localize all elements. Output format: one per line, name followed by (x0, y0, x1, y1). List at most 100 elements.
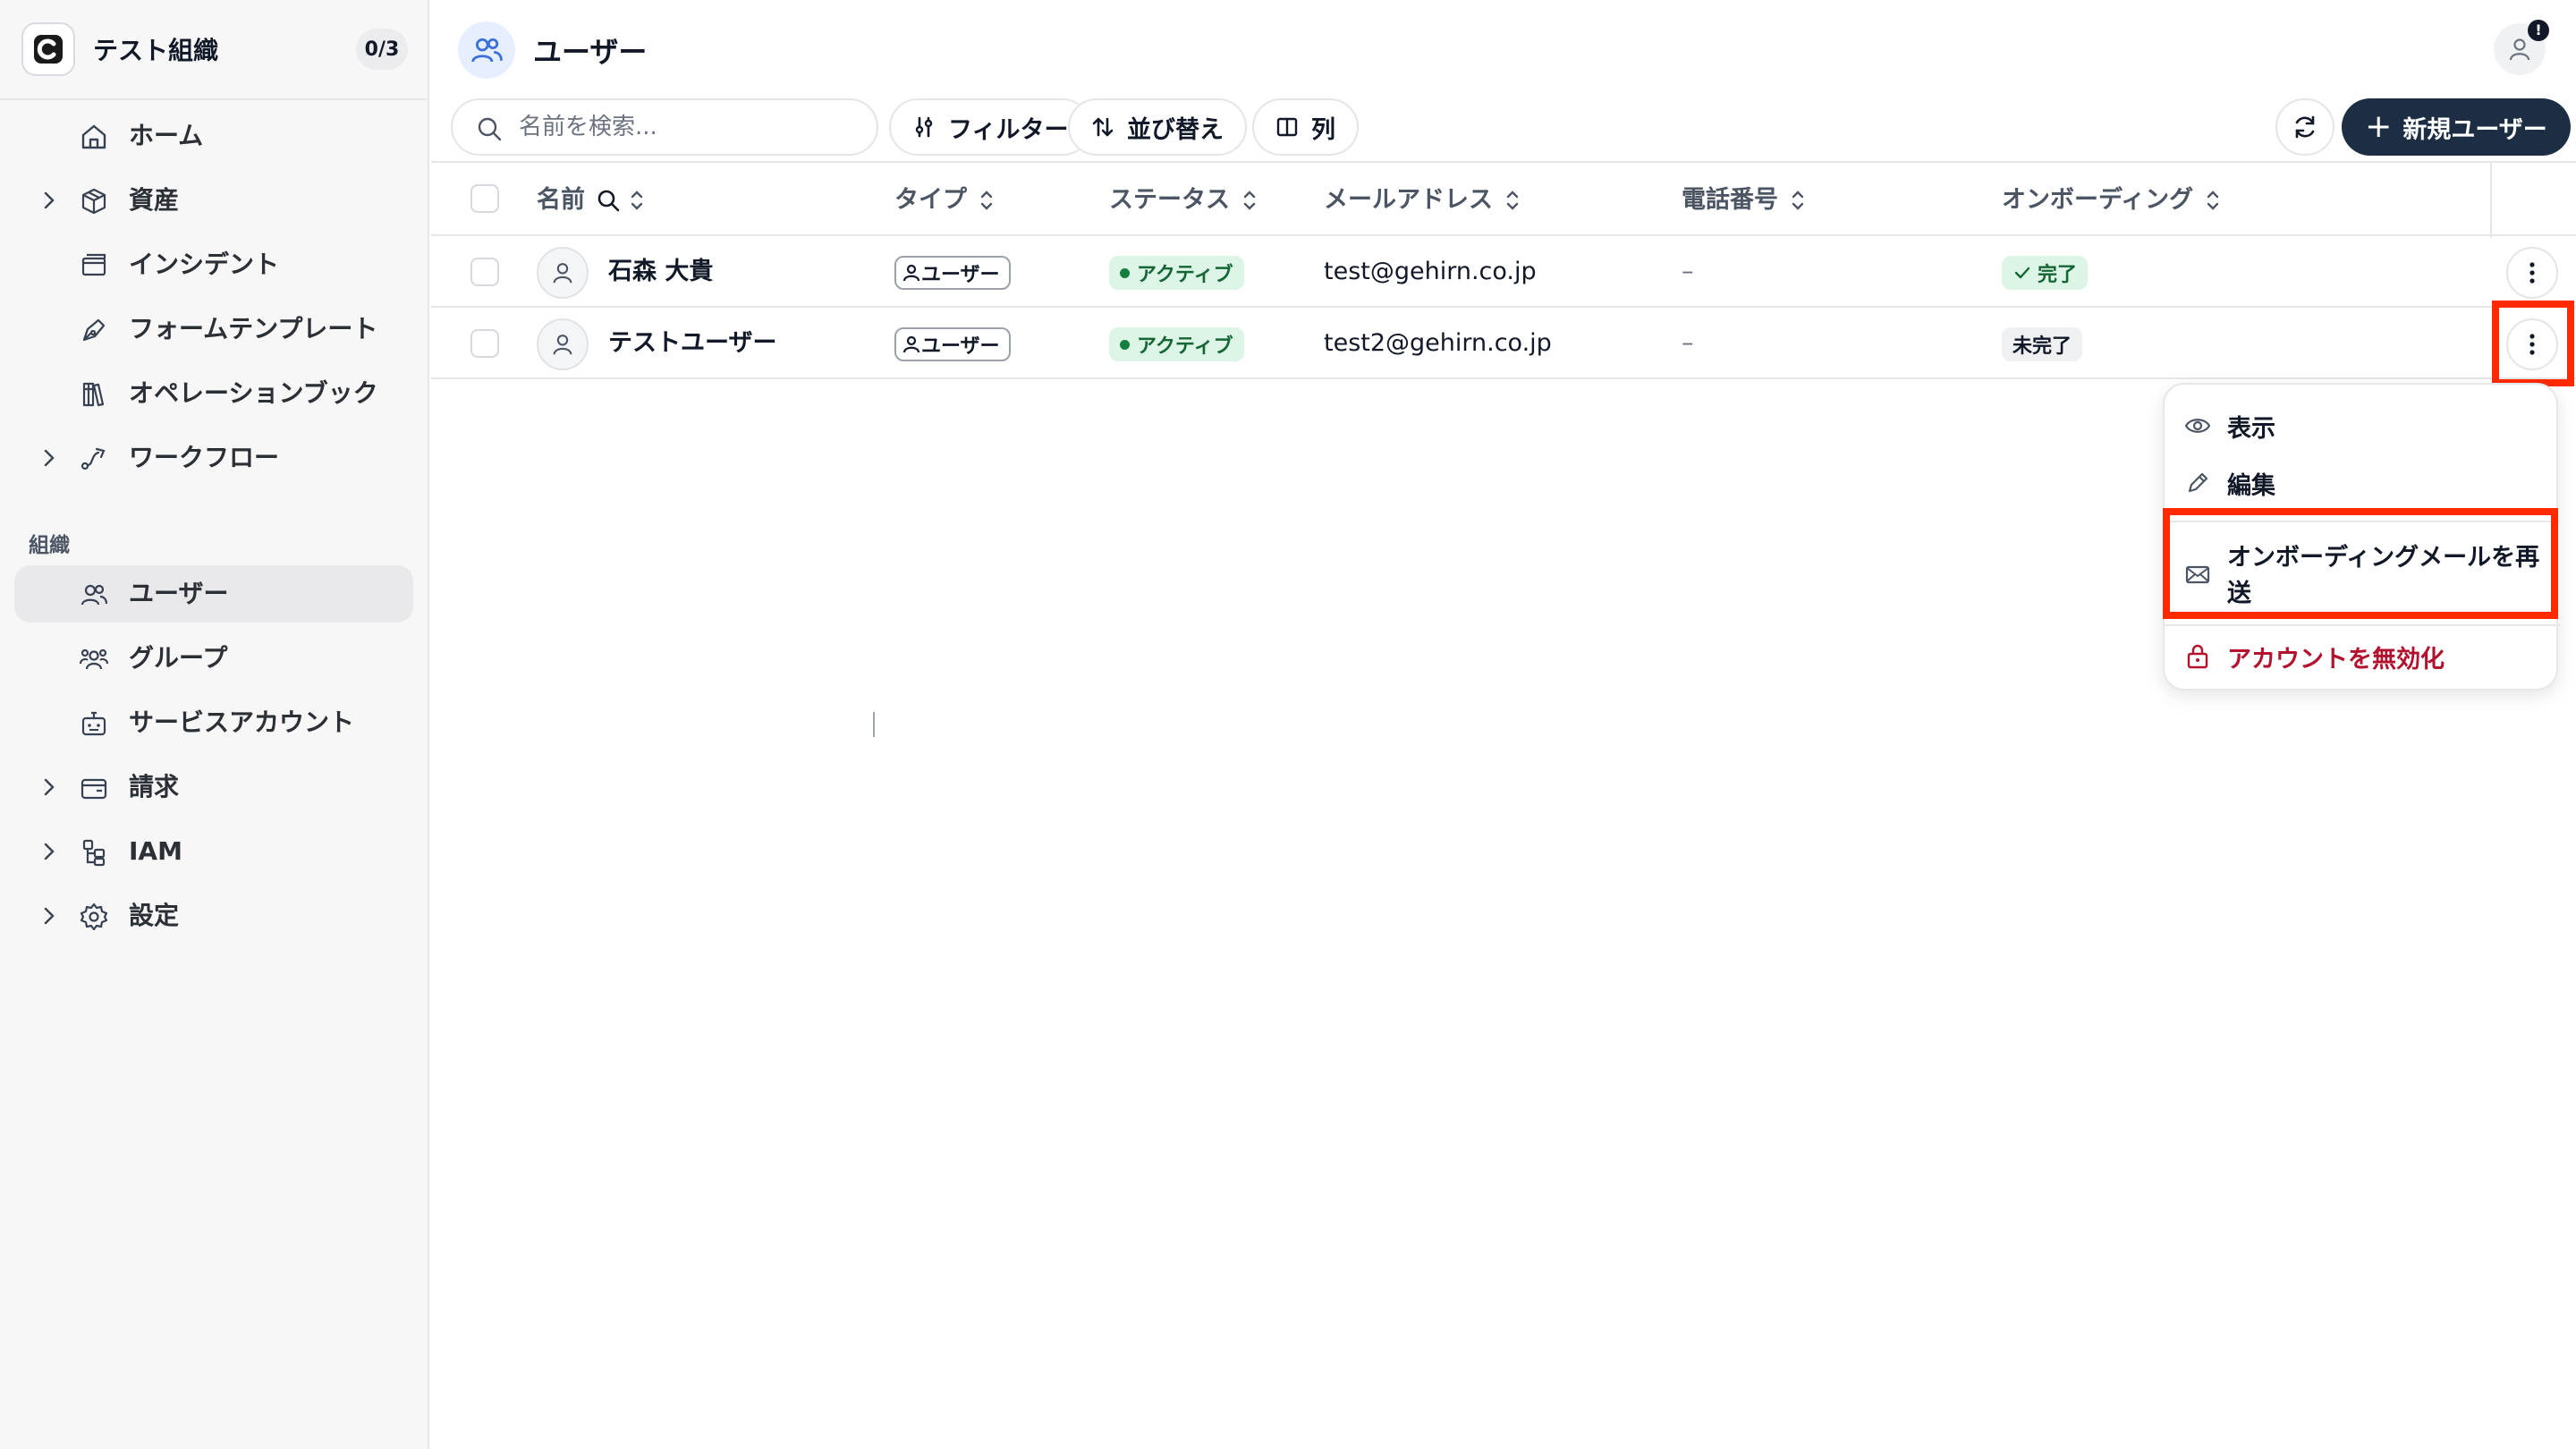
filter-button[interactable]: フィルター (889, 98, 1092, 156)
page-header: ユーザー (458, 20, 647, 80)
row-checkbox[interactable] (470, 329, 499, 358)
sidebar-item-label: 請求 (129, 772, 180, 801)
table-header: 名前 タイプ ステータス メールアドレス 電話番号 オンボーディング (431, 161, 2576, 238)
chevron-right-icon[interactable] (38, 840, 61, 863)
columns-icon (1276, 117, 1298, 137)
status-dot-icon (1120, 339, 1130, 350)
column-header-email[interactable]: メールアドレス (1324, 163, 1521, 238)
new-user-label: 新規ユーザー (2402, 115, 2547, 144)
sidebar: テスト組織 0/3 ホーム 資産 インシデント フォームテンプレート オペレーシ… (0, 0, 429, 1449)
sidebar-item-label: ユーザー (129, 579, 229, 608)
column-header-status[interactable]: ステータス (1109, 163, 1258, 238)
page-icon (458, 21, 515, 79)
chevron-right-icon[interactable] (38, 189, 61, 212)
new-user-button[interactable]: + 新規ユーザー (2342, 98, 2571, 156)
filter-label: フィルター (948, 115, 1069, 144)
user-icon (553, 263, 572, 284)
onboarding-badge: 未完了 (2002, 327, 2083, 361)
row-actions-button[interactable] (2506, 247, 2558, 299)
avatar (537, 318, 589, 370)
org-count-badge: 0/3 (356, 29, 408, 70)
sort-button[interactable]: 並び替え (1068, 98, 1247, 156)
sidebar-item-workflow[interactable]: ワークフロー (14, 429, 413, 487)
menu-item-edit[interactable]: 編集 (2165, 458, 2560, 508)
sort-toggle-icon[interactable] (1241, 188, 1258, 213)
text-cursor (873, 712, 875, 737)
window-icon (81, 253, 106, 276)
users-icon (80, 584, 108, 606)
user-name[interactable]: 石森 大貴 (608, 236, 713, 308)
robot-icon (81, 711, 106, 736)
refresh-icon (2295, 115, 2315, 139)
sidebar-item-billing[interactable]: 請求 (14, 758, 413, 816)
search-box[interactable] (451, 98, 878, 156)
column-header-type[interactable]: タイプ (894, 163, 996, 238)
select-all-checkbox[interactable] (470, 184, 499, 213)
sidebar-section-label: 組織 (29, 534, 70, 557)
books-icon (82, 382, 105, 407)
sidebar-item-service-accounts[interactable]: サービスアカウント (14, 694, 413, 751)
search-icon[interactable] (596, 188, 621, 213)
menu-divider (2165, 624, 2560, 626)
sidebar-item-assets[interactable]: 資産 (14, 172, 413, 229)
highlight-box-resend (2163, 508, 2558, 619)
lock-icon (2187, 644, 2208, 669)
sidebar-item-operation-books[interactable]: オペレーションブック (14, 365, 413, 422)
sidebar-item-groups[interactable]: グループ (14, 630, 413, 687)
group-icon (79, 648, 109, 670)
column-header-phone[interactable]: 電話番号 (1682, 163, 1807, 238)
sort-toggle-icon[interactable] (2204, 188, 2222, 213)
org-name: テスト組織 (93, 36, 219, 65)
org-switcher[interactable]: テスト組織 0/3 (0, 0, 428, 100)
iam-icon (82, 839, 106, 867)
menu-item-view[interactable]: 表示 (2165, 401, 2560, 451)
sidebar-item-label: 設定 (129, 901, 180, 930)
more-vertical-icon (2529, 262, 2535, 284)
sidebar-item-form-templates[interactable]: フォームテンプレート (14, 301, 413, 358)
table-row[interactable]: テストユーザー ユーザー アクティブ test2@gehirn.co.jp – … (431, 308, 2576, 379)
check-icon (2014, 267, 2030, 279)
refresh-button[interactable] (2275, 98, 2334, 156)
account-menu-button[interactable]: ! (2494, 20, 2549, 75)
user-icon (2509, 38, 2530, 61)
sidebar-item-iam[interactable]: IAM (14, 823, 413, 880)
eye-icon (2184, 419, 2211, 433)
sort-toggle-icon[interactable] (1504, 188, 1521, 213)
sidebar-item-incidents[interactable]: インシデント (14, 236, 413, 293)
chevron-right-icon[interactable] (38, 775, 61, 799)
sidebar-item-label: ホーム (129, 121, 204, 150)
sort-toggle-icon[interactable] (978, 188, 996, 213)
sort-icon (1092, 117, 1114, 137)
user-phone: – (1682, 329, 1694, 357)
org-logo (21, 22, 75, 76)
sidebar-item-users[interactable]: ユーザー (14, 565, 413, 623)
search-icon (478, 117, 502, 141)
row-checkbox[interactable] (470, 258, 499, 286)
menu-item-disable-account[interactable]: アカウントを無効化 (2165, 631, 2560, 682)
toolbar: フィルター 並び替え 列 + 新規ユーザー (451, 98, 2571, 156)
table-row[interactable]: 石森 大貴 ユーザー アクティブ test@gehirn.co.jp – 完了 (431, 236, 2576, 308)
sidebar-item-label: 資産 (129, 185, 180, 215)
pencil-icon (2188, 472, 2208, 493)
user-name[interactable]: テストユーザー (608, 308, 776, 379)
column-header-onboarding[interactable]: オンボーディング (2002, 163, 2222, 238)
page-title: ユーザー (533, 35, 648, 69)
plus-icon: + (2365, 108, 2393, 145)
type-badge: ユーザー (894, 256, 1011, 290)
avatar (537, 247, 589, 299)
sidebar-item-settings[interactable]: 設定 (14, 887, 413, 945)
column-divider (2490, 163, 2492, 238)
sort-toggle-icon[interactable] (628, 188, 646, 213)
sliders-icon (915, 116, 933, 138)
onboarding-badge: 完了 (2002, 256, 2089, 290)
search-input[interactable] (519, 114, 859, 140)
sort-toggle-icon[interactable] (1789, 188, 1807, 213)
main-content: ユーザー ! フィルター 並び替え 列 + 新規ユーザー (431, 0, 2576, 1449)
users-icon (471, 38, 503, 63)
column-header-name[interactable]: 名前 (537, 163, 646, 238)
chevron-right-icon[interactable] (38, 904, 61, 928)
sidebar-item-home[interactable]: ホーム (14, 107, 413, 165)
chevron-right-icon[interactable] (38, 446, 61, 470)
columns-button[interactable]: 列 (1252, 98, 1359, 156)
user-email: test@gehirn.co.jp (1324, 258, 1537, 285)
